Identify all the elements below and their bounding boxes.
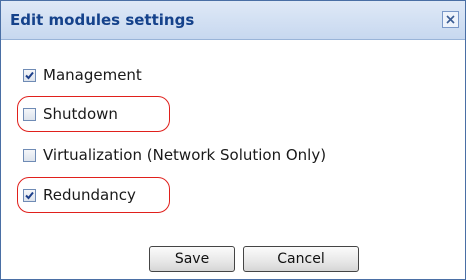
shutdown-label: Shutdown [43,105,118,123]
option-shutdown[interactable]: Shutdown [23,103,118,125]
shutdown-checkbox[interactable] [23,107,36,121]
checkmark-icon [25,71,34,79]
management-label: Management [43,66,142,84]
option-virtualization[interactable]: Virtualization (Network Solution Only) [23,144,326,166]
edit-modules-dialog: Edit modules settings Management Shutdow… [0,0,466,280]
virtualization-label: Virtualization (Network Solution Only) [43,146,327,164]
redundancy-label: Redundancy [43,186,136,204]
virtualization-checkbox[interactable] [23,148,36,162]
checkmark-icon [25,191,34,199]
close-icon[interactable] [442,11,459,28]
management-checkbox[interactable] [23,68,36,82]
option-management[interactable]: Management [23,64,142,86]
cancel-button[interactable]: Cancel [243,246,359,272]
dialog-title: Edit modules settings [10,11,195,29]
save-button[interactable]: Save [149,246,235,272]
option-redundancy[interactable]: Redundancy [23,184,136,206]
dialog-titlebar[interactable]: Edit modules settings [1,1,465,40]
redundancy-checkbox[interactable] [23,188,36,202]
